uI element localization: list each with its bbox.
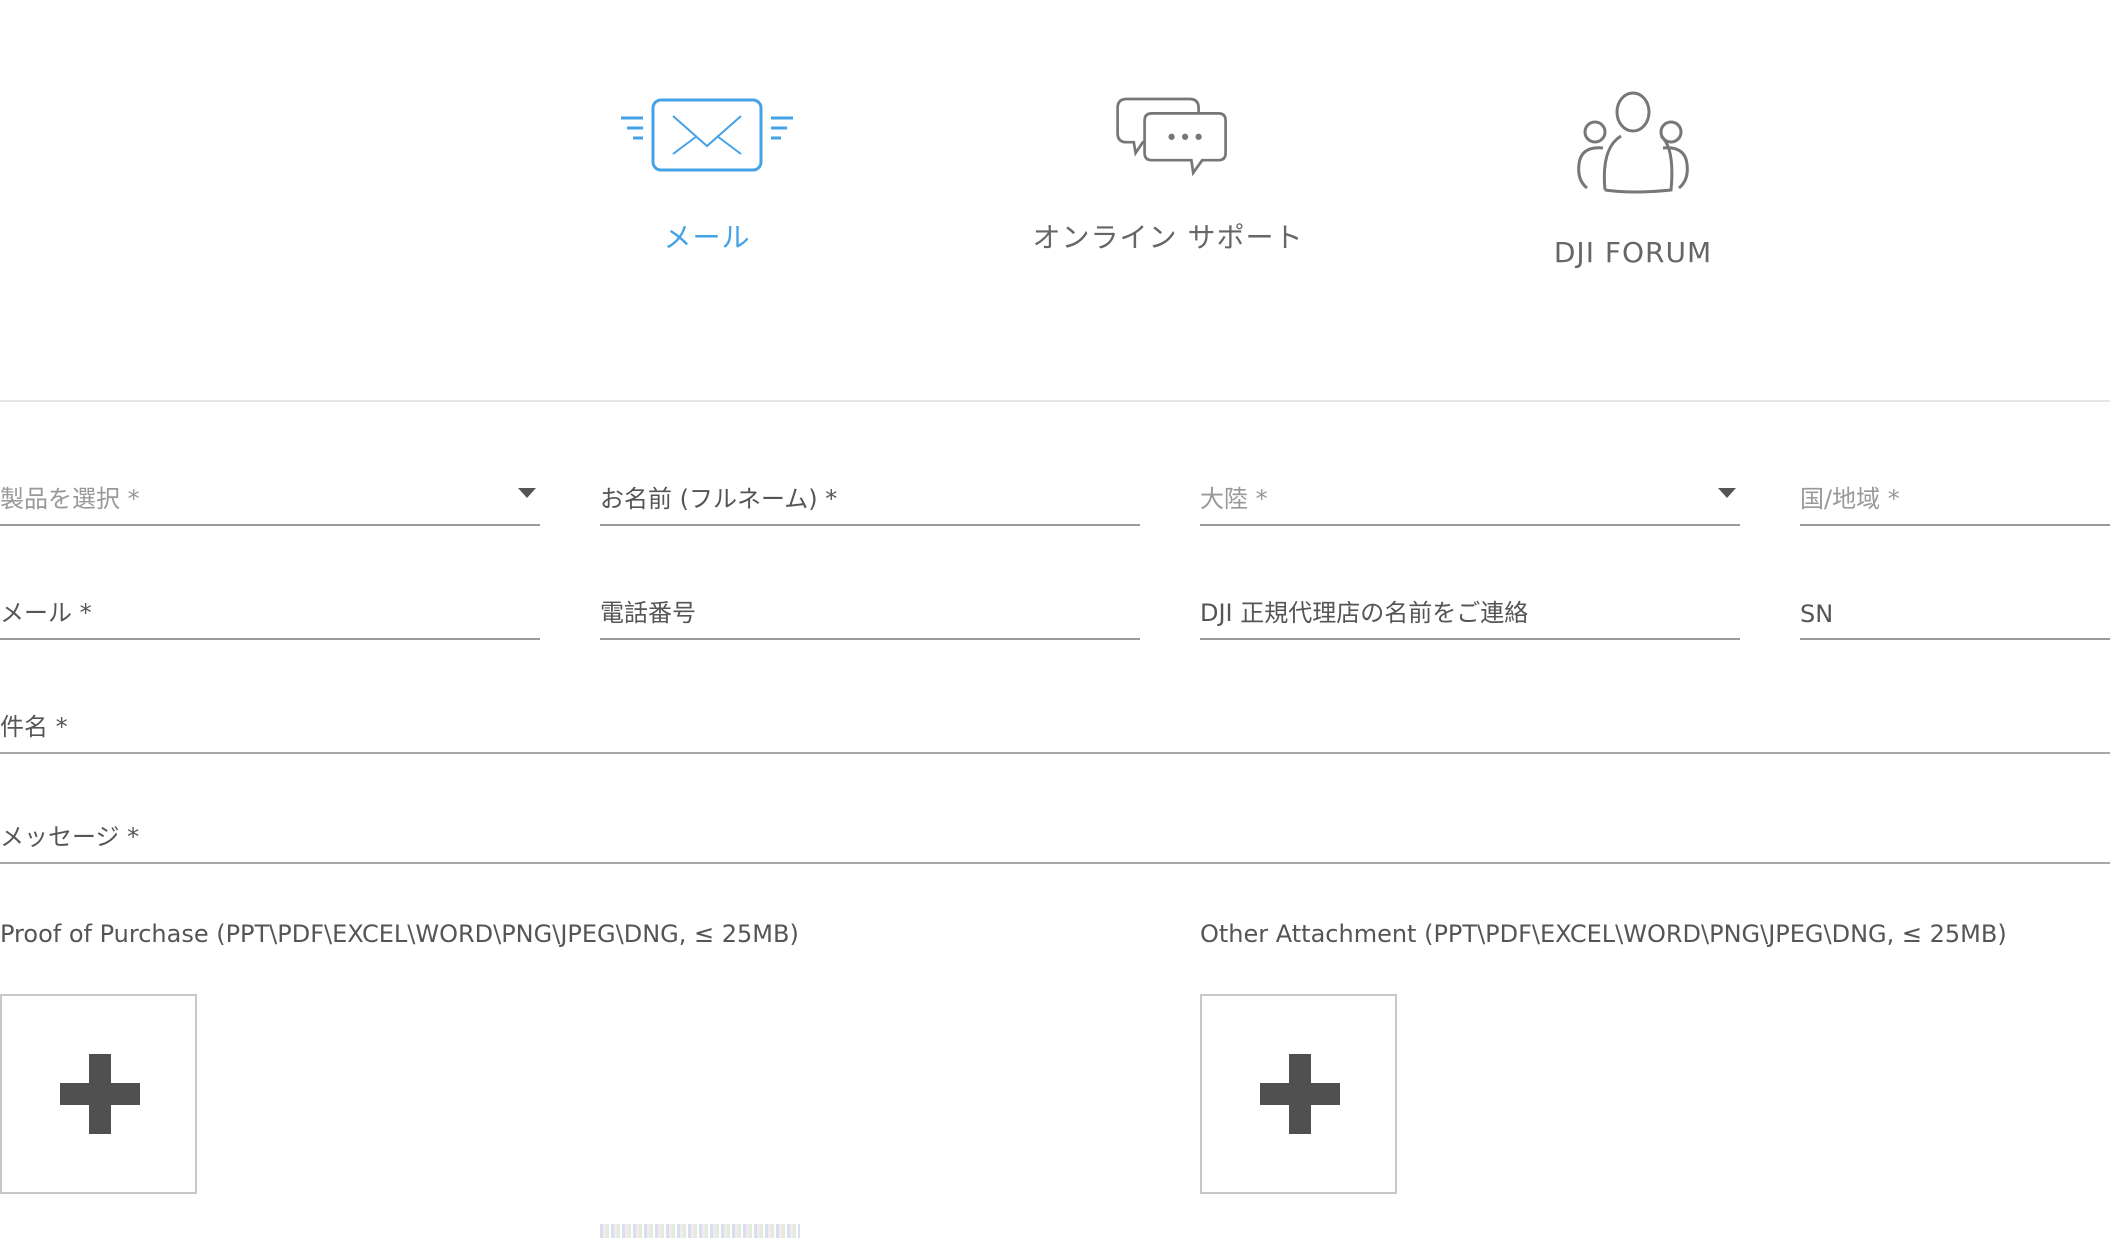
tab-online-support-label: オンライン サポート — [1032, 221, 1304, 254]
tab-email[interactable]: メール — [507, 90, 907, 256]
country-select[interactable]: 国/地域 * — [1800, 460, 2110, 526]
tab-email-label: メール — [663, 221, 751, 254]
serial-number-field[interactable]: SN — [1800, 574, 2110, 640]
subject-field[interactable]: 件名 * — [0, 688, 2110, 754]
chevron-down-icon — [1718, 488, 1736, 498]
mail-icon — [507, 90, 907, 180]
dealer-field[interactable]: DJI 正規代理店の名前をご連絡 — [1200, 574, 1740, 640]
product-select[interactable]: 製品を選択 * — [0, 460, 540, 526]
email-placeholder: メール * — [0, 599, 92, 627]
continent-select-placeholder: 大陸 * — [1200, 485, 1268, 513]
other-attachment-upload-button[interactable] — [1200, 994, 1397, 1194]
tab-dji-forum[interactable]: DJI FORUM — [1433, 90, 1833, 269]
subject-placeholder: 件名 * — [0, 713, 68, 741]
contact-method-tabs: メール オンライン サポート DJI FORUM — [0, 0, 2110, 402]
phone-placeholder: 電話番号 — [600, 599, 696, 627]
other-attachment-label: Other Attachment (PPT\PDF\EXCEL\WORD\PNG… — [1200, 920, 2007, 948]
message-placeholder: メッセージ * — [0, 823, 140, 851]
serial-number-placeholder: SN — [1800, 600, 1834, 628]
tab-dji-forum-label: DJI FORUM — [1553, 236, 1713, 269]
community-icon — [1433, 90, 1833, 200]
continent-select[interactable]: 大陸 * — [1200, 460, 1740, 526]
chat-bubbles-icon — [968, 90, 1368, 180]
dealer-placeholder: DJI 正規代理店の名前をご連絡 — [1200, 599, 1529, 627]
proof-of-purchase-upload-button[interactable] — [0, 994, 197, 1194]
product-select-placeholder: 製品を選択 * — [0, 485, 140, 513]
tab-online-support[interactable]: オンライン サポート — [968, 90, 1368, 256]
message-field[interactable]: メッセージ * — [0, 796, 2110, 864]
chevron-down-icon — [518, 488, 536, 498]
country-select-placeholder: 国/地域 * — [1800, 485, 1900, 513]
captcha-image — [600, 1224, 800, 1238]
phone-field[interactable]: 電話番号 — [600, 574, 1140, 640]
full-name-field[interactable]: お名前 (フルネーム) * — [600, 460, 1140, 526]
email-field[interactable]: メール * — [0, 574, 540, 640]
proof-of-purchase-label: Proof of Purchase (PPT\PDF\EXCEL\WORD\PN… — [0, 920, 799, 948]
full-name-placeholder: お名前 (フルネーム) * — [600, 485, 838, 513]
